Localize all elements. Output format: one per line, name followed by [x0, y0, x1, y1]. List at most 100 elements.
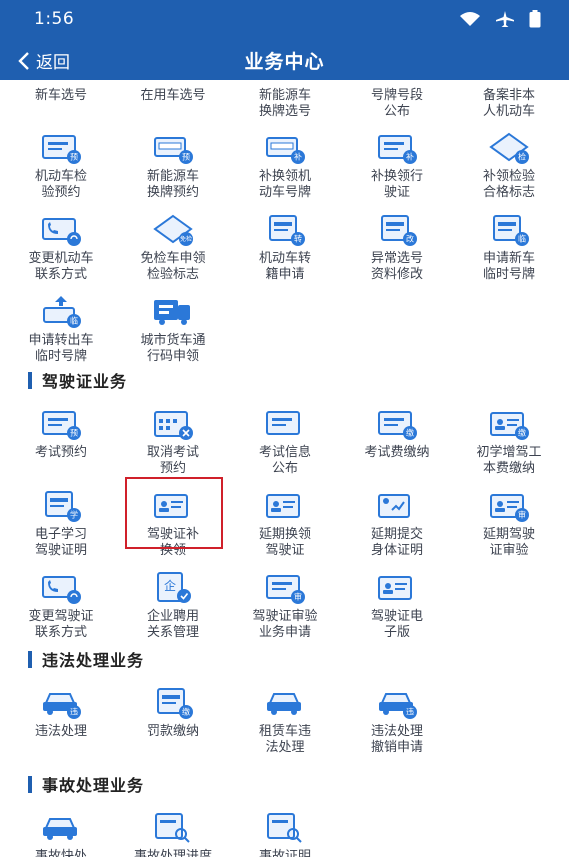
service-accident-cert[interactable]: 事故证明: [229, 806, 341, 857]
svg-text:审: 审: [294, 592, 302, 602]
section-title-accident: 事故处理业务: [42, 776, 145, 795]
status-time: 1:56: [34, 9, 75, 29]
service-temporary-plate[interactable]: 临申请新车 临时号牌: [453, 208, 565, 290]
airplane-icon: [496, 11, 514, 27]
service-rental-violation[interactable]: 租赁车违 法处理: [229, 681, 341, 763]
exam-fee-icon: 缴: [374, 406, 420, 440]
service-replace-license[interactable]: 补补换领行 驶证: [341, 126, 453, 208]
service-learner-fee[interactable]: 缴初学增驾工 本费缴纳: [453, 402, 565, 484]
vehicle-transfer-icon: 转: [262, 212, 308, 246]
service-label: 租赁车违 法处理: [258, 724, 311, 755]
svg-text:预: 预: [70, 428, 78, 438]
service-new-energy-plate[interactable]: 新能源车 换牌选号: [229, 88, 341, 120]
svg-text:转: 转: [294, 234, 302, 244]
fine-payment-icon: 缴: [150, 685, 196, 719]
svg-text:临: 临: [518, 234, 526, 244]
top-partial-row: 新车选号 在用车选号 新能源车 换牌选号 号牌号段 公布 备案非本 人机动车: [0, 88, 569, 128]
service-company-hiring[interactable]: 企企业聘用 关系管理: [117, 566, 229, 648]
service-label: 机动车转 籍申请: [258, 251, 311, 282]
service-truck-pass[interactable]: 城市货车通 行码申领: [117, 290, 229, 372]
svg-text:缴: 缴: [518, 428, 526, 438]
service-label: 补换领机 动车号牌: [258, 169, 311, 200]
service-plate-info-fix[interactable]: 改异常选号 资料修改: [341, 208, 453, 290]
section-bar: [28, 371, 32, 389]
section-bar: [28, 650, 32, 668]
status-icons: [459, 10, 541, 28]
service-label: 企业聘用 关系管理: [146, 609, 199, 640]
accident-progress-icon: [150, 810, 196, 844]
service-list[interactable]: 新车选号 在用车选号 新能源车 换牌选号 号牌号段 公布 备案非本 人机动车 预机动车…: [0, 80, 569, 857]
service-label: 延期换领 驾驶证: [258, 527, 311, 558]
service-label: 延期提交 身体证明: [370, 527, 423, 558]
plate-info-fix-icon: 改: [374, 212, 420, 246]
nav-bar: 返回 业务中心: [0, 40, 569, 80]
service-label: 驾驶证审验 业务申请: [252, 609, 318, 640]
service-violation-revoke[interactable]: 违违法处理 撤销申请: [341, 681, 453, 763]
cancel-exam-icon: [150, 406, 196, 440]
change-driver-contact-icon: [38, 570, 84, 604]
service-new-car-plate[interactable]: 新车选号: [5, 88, 117, 104]
service-label: 免检车申领 检验标志: [140, 251, 206, 282]
service-label: 事故快处: [34, 849, 87, 857]
section-title-violation: 违法处理业务: [42, 651, 145, 670]
service-plate-segment[interactable]: 号牌号段 公布: [341, 88, 453, 120]
service-violation-handle[interactable]: 违违法处理: [5, 681, 117, 763]
service-exam-fee[interactable]: 缴考试费缴纳: [341, 402, 453, 484]
service-replace-plate[interactable]: 补补换领机 动车号牌: [229, 126, 341, 208]
service-accident-quick[interactable]: 事故快处: [5, 806, 117, 857]
service-vehicle-inspection-appointment[interactable]: 预机动车检 验预约: [5, 126, 117, 208]
service-exam-info[interactable]: 考试信息 公布: [229, 402, 341, 484]
highlight-box: [125, 477, 223, 549]
back-button[interactable]: 返回: [18, 48, 70, 73]
service-label: 罚款缴纳: [146, 724, 199, 739]
service-delay-health-cert[interactable]: 延期提交 身体证明: [341, 484, 453, 566]
chevron-left-icon: [18, 51, 29, 70]
service-change-contact[interactable]: 变更机动车 联系方式: [5, 208, 117, 290]
service-exam-appointment[interactable]: 预考试预约: [5, 402, 117, 484]
service-change-driver-contact[interactable]: 变更驾驶证 联系方式: [5, 566, 117, 648]
svg-text:预: 预: [70, 152, 78, 162]
service-label: 补领检验 合格标志: [482, 169, 535, 200]
service-delay-license-review[interactable]: 审延期驾驶 证审验: [453, 484, 565, 566]
service-e-license[interactable]: 驾驶证电 子版: [341, 566, 453, 648]
transfer-temp-plate-icon: 临: [38, 294, 84, 328]
svg-text:学: 学: [70, 510, 78, 520]
service-label: 新能源车 换牌预约: [146, 169, 199, 200]
service-delay-renewal[interactable]: 延期换领 驾驶证: [229, 484, 341, 566]
service-new-energy-plate-appointment[interactable]: 预新能源车 换牌预约: [117, 126, 229, 208]
replace-license-icon: 补: [374, 130, 420, 164]
svg-text:缴: 缴: [406, 428, 414, 438]
service-vehicle-transfer[interactable]: 转机动车转 籍申请: [229, 208, 341, 290]
rental-violation-icon: [262, 685, 308, 719]
service-label: 违法处理: [34, 724, 87, 739]
service-cancel-exam[interactable]: 取消考试 预约: [117, 402, 229, 484]
svg-text:补: 补: [406, 152, 414, 162]
battery-icon: [529, 10, 541, 28]
svg-text:检: 检: [518, 152, 526, 162]
service-fine-payment[interactable]: 缴罚款缴纳: [117, 681, 229, 763]
service-license-review[interactable]: 审驾驶证审验 业务申请: [229, 566, 341, 648]
service-label: 变更机动车 联系方式: [28, 251, 94, 282]
section-title-driver: 驾驶证业务: [42, 372, 128, 391]
service-label: 事故处理进度: [133, 849, 212, 857]
violation-service-grid: 违违法处理缴罚款缴纳 租赁车违 法处理违违法处理 撤销申请: [5, 681, 565, 763]
service-label: 变更驾驶证 联系方式: [28, 609, 94, 640]
delay-license-review-icon: 审: [486, 488, 532, 522]
service-inspection-sticker[interactable]: 检补领检验 合格标志: [453, 126, 565, 208]
service-label: 电子学习 驾驶证明: [34, 527, 87, 558]
svg-text:临: 临: [70, 316, 78, 326]
service-label: 考试预约: [34, 445, 87, 460]
service-label: 申请转出车 临时号牌: [28, 333, 94, 364]
inspection-sticker-icon: 检: [486, 130, 532, 164]
service-label: 初学增驾工 本费缴纳: [476, 445, 542, 476]
service-accident-progress[interactable]: 事故处理进度: [117, 806, 229, 857]
service-used-car-plate[interactable]: 在用车选号: [117, 88, 229, 104]
service-e-study-cert[interactable]: 学电子学习 驾驶证明: [5, 484, 117, 566]
service-label: 异常选号 资料修改: [370, 251, 423, 282]
service-transfer-temp-plate[interactable]: 临申请转出车 临时号牌: [5, 290, 117, 372]
service-non-owner-vehicle[interactable]: 备案非本 人机动车: [453, 88, 565, 120]
service-exempt-inspection[interactable]: 免检免检车申领 检验标志: [117, 208, 229, 290]
service-label: 取消考试 预约: [146, 445, 199, 476]
vehicle-service-grid: 预机动车检 验预约预新能源车 换牌预约补补换领机 动车号牌补补换领行 驶证检补领检验 合格…: [5, 126, 565, 372]
svg-text:免检: 免检: [180, 235, 192, 243]
